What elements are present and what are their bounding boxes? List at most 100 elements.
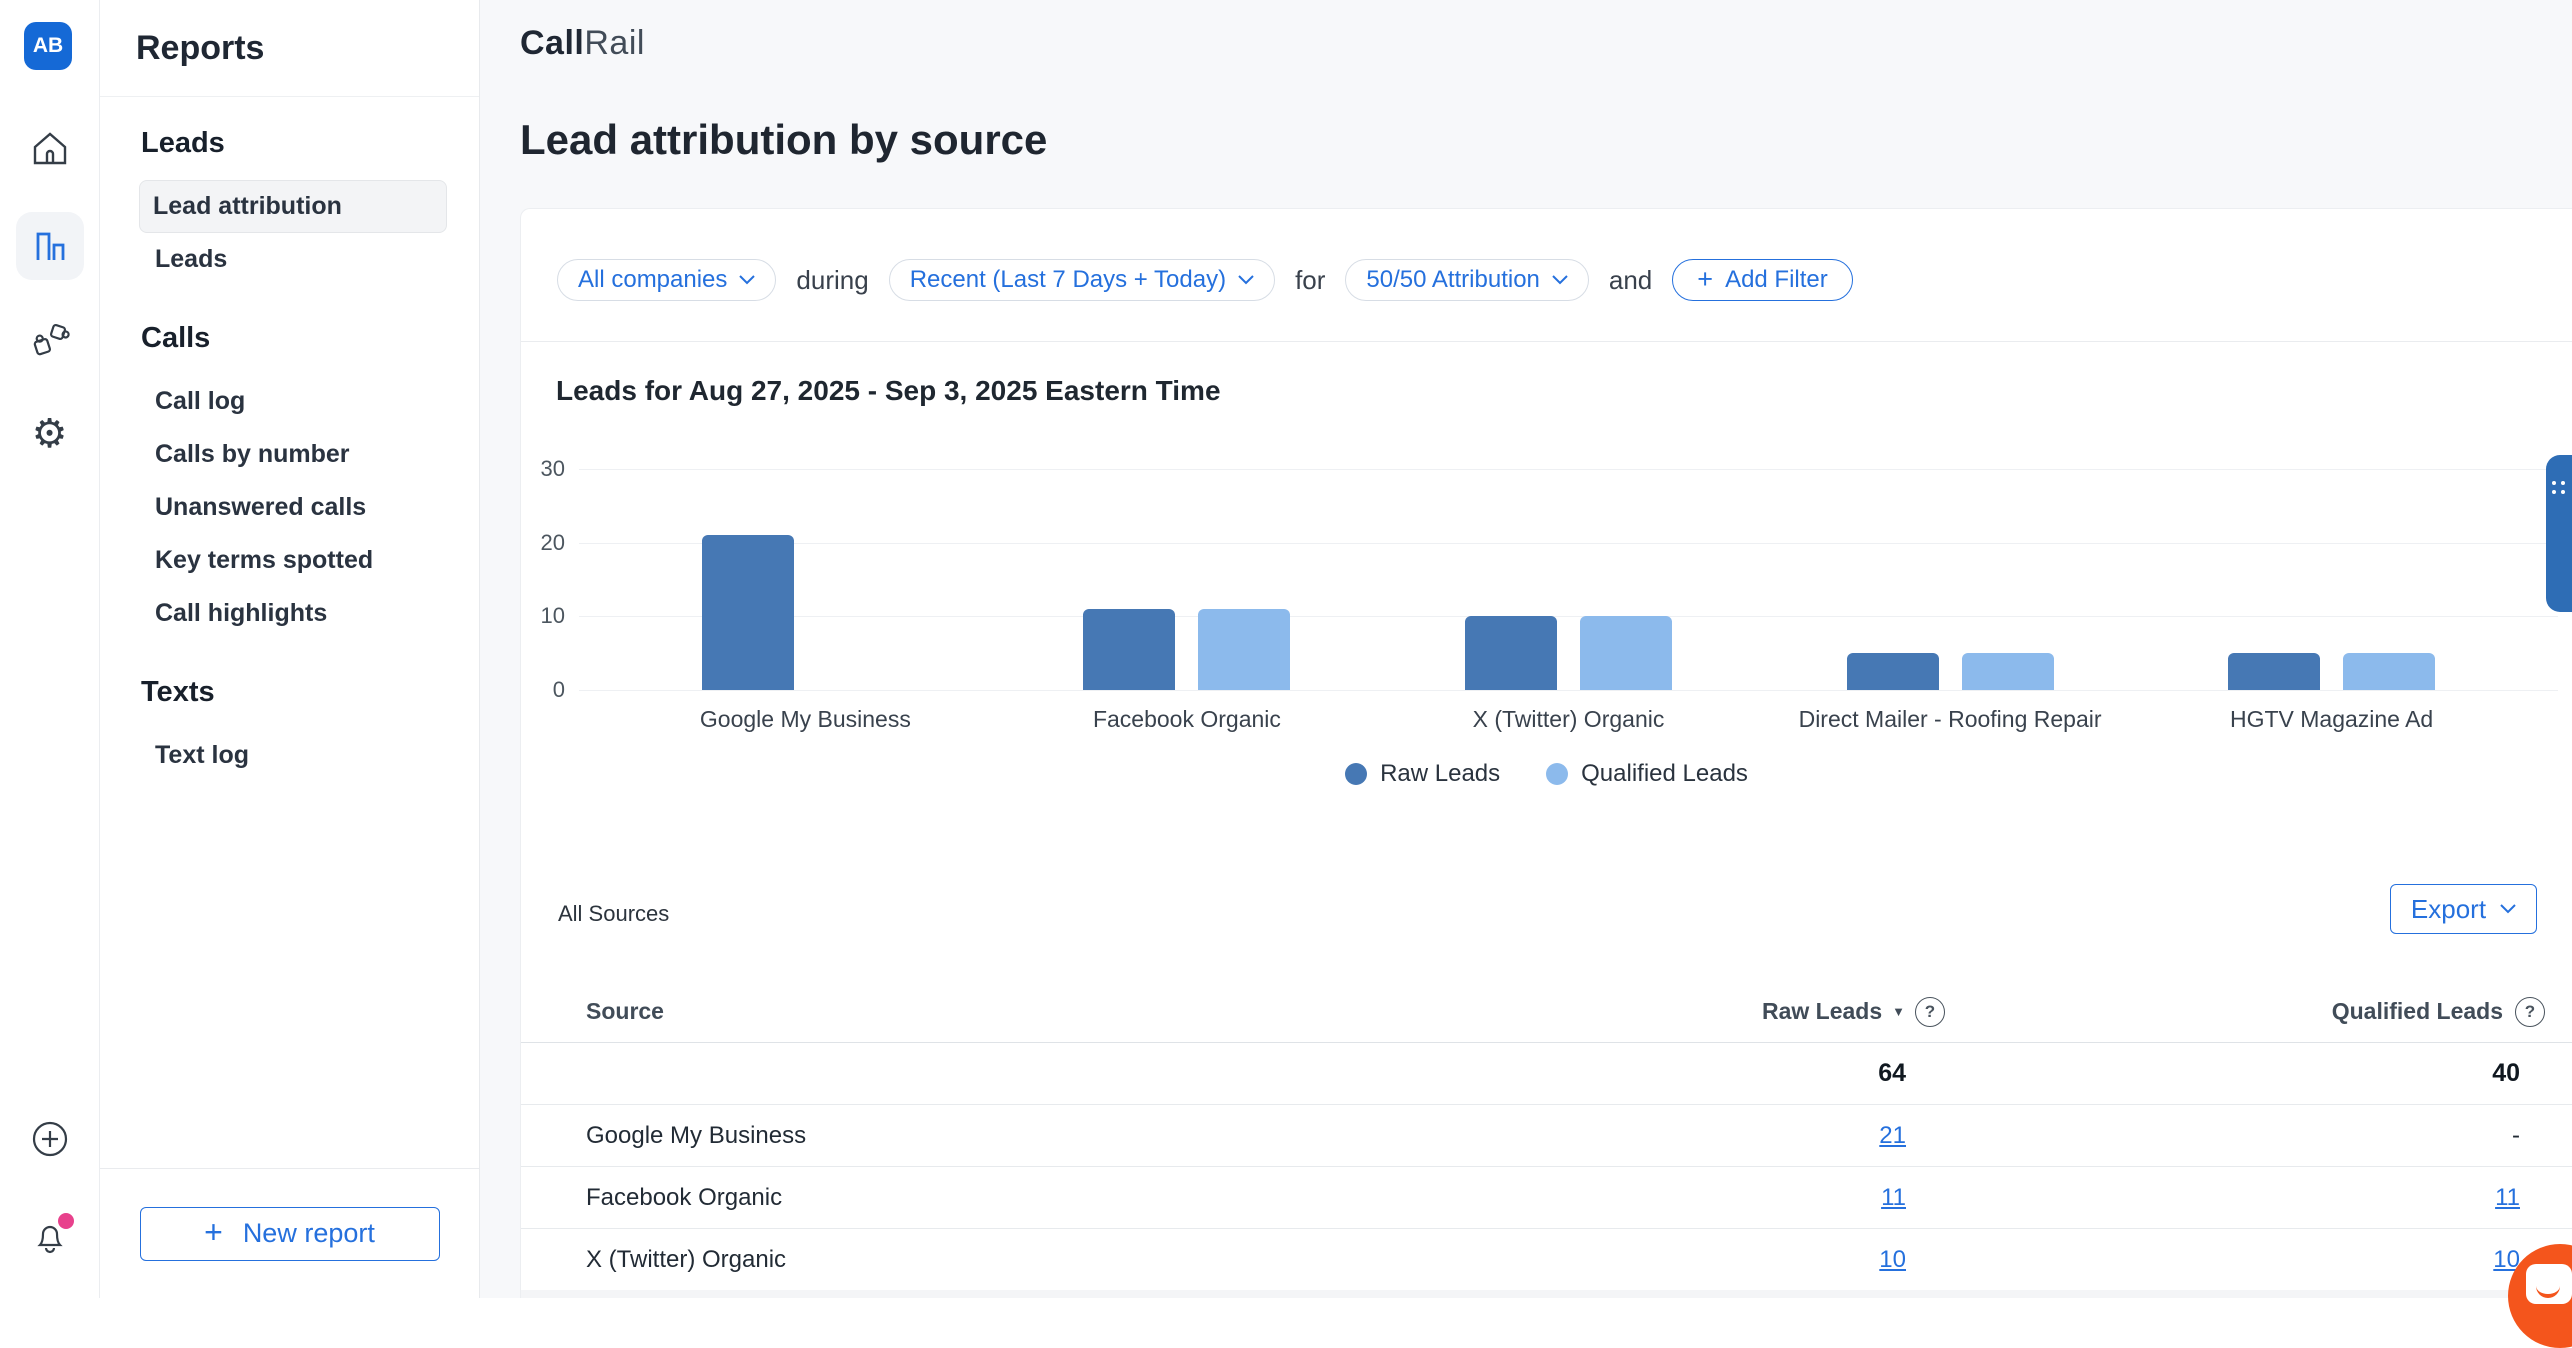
new-report-button[interactable]: + New report xyxy=(140,1207,440,1261)
bar-raw-leads-facebook-organic xyxy=(1083,609,1175,690)
sidebar-item-calls-by-number[interactable]: Calls by number xyxy=(141,428,449,481)
sort-descending-icon: ▼ xyxy=(1892,1004,1905,1019)
column-header-raw-leads[interactable]: Raw Leads ▼ ? xyxy=(1585,997,1945,1027)
settings-gear-icon[interactable]: ⚙ xyxy=(32,414,68,454)
raw-leads-value: 64 xyxy=(1878,1059,1945,1088)
qualified-leads-value: - xyxy=(2512,1122,2545,1150)
qualified-leads-header-label: Qualified Leads xyxy=(2332,998,2503,1025)
add-filter-label: Add Filter xyxy=(1725,266,1828,294)
feedback-tab[interactable] xyxy=(2546,455,2572,612)
legend-dot xyxy=(1345,763,1367,785)
export-label: Export xyxy=(2411,894,2486,925)
source-cell: Google My Business xyxy=(586,1122,1585,1150)
new-report-label: New report xyxy=(243,1218,375,1249)
company-filter-label: All companies xyxy=(578,266,727,294)
bar-qualified-leads-hgtv-magazine-ad xyxy=(2343,653,2435,690)
legend-item-qualified-leads[interactable]: Qualified Leads xyxy=(1546,760,1748,788)
y-tick-label: 0 xyxy=(553,677,565,703)
x-axis-label: Facebook Organic xyxy=(1093,706,1281,733)
sidebar-nav: LeadsLead attributionLeadsCallsCall logC… xyxy=(100,97,479,782)
export-button[interactable]: Export xyxy=(2390,884,2537,934)
bar-raw-leads-direct-mailer-roofing-repair xyxy=(1847,653,1939,690)
bar-qualified-leads-direct-mailer-roofing-repair xyxy=(1962,653,2054,690)
table-body: 64 40 Google My Business 21 - Facebook Organi… xyxy=(521,1043,2572,1291)
date-range-label: Recent (Last 7 Days + Today) xyxy=(910,266,1226,294)
x-axis-label: Direct Mailer - Roofing Repair xyxy=(1799,706,2102,733)
page-title: Lead attribution by source xyxy=(520,116,1047,164)
bar-raw-leads-hgtv-magazine-ad xyxy=(2228,653,2320,690)
help-icon[interactable]: ? xyxy=(2515,997,2545,1027)
table-totals-row: 64 40 xyxy=(521,1043,2572,1105)
attribution-dropdown[interactable]: 50/50 Attribution xyxy=(1345,259,1588,301)
chart-title: Leads for Aug 27, 2025 - Sep 3, 2025 Eas… xyxy=(556,375,1221,407)
sidebar-item-text-log[interactable]: Text log xyxy=(141,729,449,782)
sidebar-item-call-highlights[interactable]: Call highlights xyxy=(141,587,449,640)
bar-qualified-leads-facebook-organic xyxy=(1198,609,1290,690)
source-cell: X (Twitter) Organic xyxy=(586,1246,1585,1274)
sidebar-item-call-log[interactable]: Call log xyxy=(141,375,449,428)
sidebar-section-heading-calls: Calls xyxy=(141,322,449,355)
raw-leads-link[interactable]: 11 xyxy=(1881,1184,1945,1212)
sidebar-section-heading-texts: Texts xyxy=(141,676,449,709)
icon-rail: AB ⚙ xyxy=(0,0,100,1298)
legend-item-raw-leads[interactable]: Raw Leads xyxy=(1345,760,1500,788)
filter-conjunction-and: and xyxy=(1609,265,1652,296)
notifications-bell-icon[interactable] xyxy=(28,1215,72,1259)
y-tick-label: 10 xyxy=(541,603,565,629)
table-row-facebook-organic: Facebook Organic 11 11 xyxy=(521,1167,2572,1229)
source-cell: Facebook Organic xyxy=(586,1184,1585,1212)
bar-raw-leads-google-my-business xyxy=(702,535,794,690)
filter-bar: All companies during Recent (Last 7 Days… xyxy=(557,259,1853,301)
table-header-row: Source Raw Leads ▼ ? Qualified Leads ? xyxy=(521,981,2572,1043)
main-content: CallRail Lead attribution by source All … xyxy=(480,0,2572,1298)
filter-conjunction-during: during xyxy=(796,265,868,296)
add-filter-button[interactable]: + Add Filter xyxy=(1672,259,1852,301)
sidebar-item-key-terms-spotted[interactable]: Key terms spotted xyxy=(141,534,449,587)
chevron-down-icon xyxy=(1552,275,1568,285)
sources-table: Source Raw Leads ▼ ? Qualified Leads ? 6… xyxy=(521,981,2572,1291)
column-header-qualified-leads[interactable]: Qualified Leads ? xyxy=(1945,997,2545,1027)
chevron-down-icon xyxy=(739,275,755,285)
bottom-strip xyxy=(521,1290,2572,1298)
x-axis-label: X (Twitter) Organic xyxy=(1473,706,1665,733)
table-caption: All Sources xyxy=(558,901,669,927)
integrations-icon[interactable] xyxy=(28,318,72,362)
sidebar-footer: + New report xyxy=(100,1168,479,1298)
table-row-google-my-business: Google My Business 21 - xyxy=(521,1105,2572,1167)
bar-qualified-leads-x-twitter-organic xyxy=(1580,616,1672,690)
home-icon[interactable] xyxy=(29,128,71,170)
sidebar-item-unanswered-calls[interactable]: Unanswered calls xyxy=(141,481,449,534)
drag-handle-dots-icon xyxy=(2552,481,2566,494)
x-axis-label: Google My Business xyxy=(700,706,911,733)
chevron-down-icon xyxy=(2500,904,2516,914)
date-range-dropdown[interactable]: Recent (Last 7 Days + Today) xyxy=(889,259,1275,301)
qualified-leads-value: 40 xyxy=(2492,1059,2545,1088)
gridline xyxy=(579,690,2558,691)
qualified-leads-link[interactable]: 11 xyxy=(2495,1184,2545,1212)
sidebar-title: Reports xyxy=(100,0,479,97)
raw-leads-link[interactable]: 10 xyxy=(1879,1246,1945,1274)
reports-icon[interactable] xyxy=(16,212,84,280)
bar-raw-leads-x-twitter-organic xyxy=(1465,616,1557,690)
x-axis-label: HGTV Magazine Ad xyxy=(2230,706,2433,733)
legend-dot xyxy=(1546,763,1568,785)
company-filter-dropdown[interactable]: All companies xyxy=(557,259,776,301)
sidebar-item-leads[interactable]: Leads xyxy=(141,233,449,286)
gridline xyxy=(579,543,2558,544)
avatar[interactable]: AB xyxy=(24,22,72,70)
column-header-source[interactable]: Source xyxy=(586,998,1585,1025)
chart-plot: 3020100Google My BusinessFacebook Organi… xyxy=(579,469,2558,690)
legend-label: Raw Leads xyxy=(1380,760,1500,788)
logo-light: Rail xyxy=(584,24,645,62)
raw-leads-link[interactable]: 21 xyxy=(1879,1122,1945,1150)
notification-dot xyxy=(58,1213,74,1229)
chevron-down-icon xyxy=(1238,275,1254,285)
plus-icon: + xyxy=(1697,264,1713,295)
divider xyxy=(521,341,2572,342)
chat-icon xyxy=(2526,1264,2572,1304)
help-icon[interactable]: ? xyxy=(1915,997,1945,1027)
gridline xyxy=(579,616,2558,617)
sidebar-item-lead-attribution[interactable]: Lead attribution xyxy=(139,180,447,233)
add-circle-icon[interactable] xyxy=(29,1118,71,1160)
chart-legend: Raw Leads Qualified Leads xyxy=(521,760,2572,788)
